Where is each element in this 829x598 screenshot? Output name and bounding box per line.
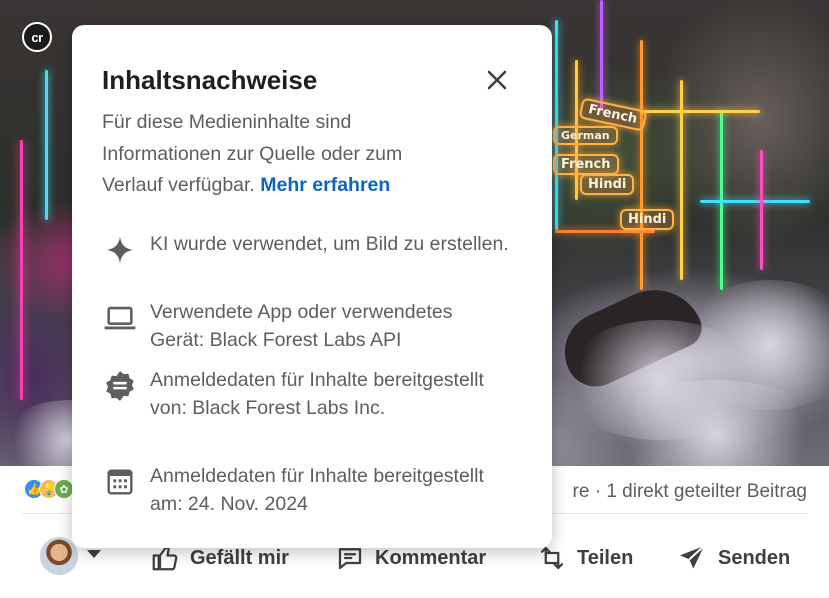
like-label: Gefällt mir [190,546,289,569]
reaction-icons[interactable]: 👍 💡 ✿ [24,479,74,499]
close-icon [487,70,507,90]
calendar-icon [102,464,138,500]
share-label: Teilen [577,546,634,569]
credential-text: Anmeldedaten für Inhalte bereitgestellt … [150,369,484,419]
credential-item-ai: KI wurde verwendet, um Bild zu erstellen… [102,230,510,268]
neon-line [640,110,760,113]
send-icon [680,545,705,569]
credential-text: Verwendete App oder verwendetes Gerät: B… [150,301,453,351]
avatar[interactable] [40,537,78,575]
share-button[interactable]: Teilen [537,541,633,575]
dialog-description: Für diese Medieninhalte sind Information… [102,107,442,202]
neon-line [600,0,603,110]
laptop-icon [102,300,138,336]
neon-line [20,140,23,400]
credential-text: Anmeldedaten für Inhalte bereitgestellt … [150,465,484,515]
neon-line [700,200,810,203]
language-tag: German [553,126,618,145]
language-tag: French [553,154,619,175]
content-credentials-badge[interactable]: cr [22,22,52,52]
neon-line [555,230,655,233]
dialog-title: Inhaltsnachweise [102,65,318,95]
neon-line [45,70,48,220]
neon-line [640,40,643,290]
comment-label: Kommentar [375,546,487,569]
send-button[interactable]: Senden [676,541,790,575]
verified-badge-icon [102,368,138,404]
send-label: Senden [718,546,791,569]
learn-more-link[interactable]: Mehr erfahren [260,174,390,196]
neon-line [760,150,763,270]
close-button[interactable] [481,64,513,96]
support-reaction-icon: ✿ [54,479,74,499]
credential-item-app: Verwendete App oder verwendetes Gerät: B… [102,298,510,354]
content-credentials-dialog: Inhaltsnachweise Für diese Medieninhalte… [72,25,552,548]
credential-item-date: Anmeldedaten für Inhalte bereitgestellt … [102,462,510,518]
shares-count[interactable]: re · 1 direkt geteilter Beitrag [573,481,807,503]
credential-text: KI wurde verwendet, um Bild zu erstellen… [150,233,509,255]
neon-line [555,20,558,230]
credential-item-issuer: Anmeldedaten für Inhalte bereitgestellt … [102,366,510,422]
language-tag: Hindi [620,209,675,230]
chevron-down-icon[interactable] [87,550,101,558]
sparkle-icon [102,232,138,268]
language-tag: Hindi [580,174,635,195]
